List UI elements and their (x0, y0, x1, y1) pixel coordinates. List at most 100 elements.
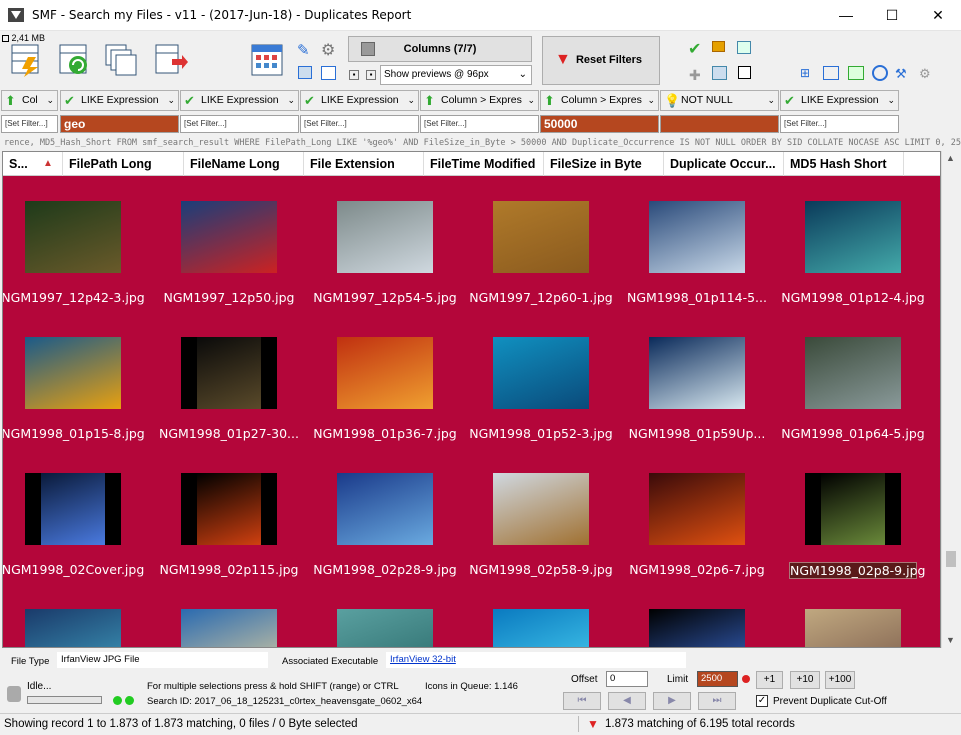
filter-type-3[interactable]: ✔ LIKE Expression ⌄ (300, 90, 419, 111)
filter-type-7[interactable]: ✔ LIKE Expression ⌄ (780, 90, 899, 111)
thumbnail-image[interactable] (337, 609, 433, 647)
thumbnail-filename[interactable]: NGM1998_01p36-7.jpg (310, 426, 460, 441)
close-button[interactable]: ✕ (915, 0, 961, 31)
filter-input-2[interactable]: [Set Filter...] (180, 115, 299, 133)
tools-icon[interactable]: ⚒ (895, 66, 911, 81)
maximize-button[interactable]: ☐ (869, 0, 915, 31)
thumbnail-filename[interactable]: NGM1998_01p64-5.jpg (778, 426, 928, 441)
thumbnail-filename[interactable]: NGM1998_02p28-9.jpg (310, 562, 460, 577)
thumbnail-image[interactable] (805, 473, 901, 545)
limit-input[interactable]: 2500 (697, 671, 738, 687)
filter-input-6[interactable] (660, 115, 779, 133)
offset-input[interactable]: 0 (606, 671, 648, 687)
calendar-icon[interactable] (250, 43, 284, 77)
hierarchy-icon[interactable]: ⊞ (800, 66, 816, 80)
wrench-icon[interactable]: ✎ (297, 41, 313, 59)
refresh-icon[interactable] (58, 43, 92, 77)
select-checkbox[interactable] (738, 66, 751, 79)
thumbnail-filename[interactable]: NGM1997_12p60-1.jpg (466, 290, 616, 305)
next-page-icon[interactable]: ▶ (653, 692, 691, 710)
thumbnail-image[interactable] (25, 609, 121, 647)
thumbnail-image[interactable] (25, 201, 121, 273)
plus-10-button[interactable]: +10 (790, 671, 820, 689)
preview-size-select[interactable]: Show previews @ 96px ⌄ (380, 65, 532, 85)
thumbnail-filename[interactable]: NGM1998_01p12-4.jpg (778, 290, 928, 305)
filter-type-4[interactable]: ⬆ Column > Expres ⌄ (420, 90, 539, 111)
export-icon[interactable] (154, 43, 188, 77)
thumbnail-image[interactable] (337, 473, 433, 545)
thumbnail-filename[interactable]: NGM1998_01p52-3.jpg (466, 426, 616, 441)
filter-input-0[interactable]: [Set Filter...] (1, 115, 58, 133)
filter-input-5[interactable]: 50000 (540, 115, 659, 133)
puzzle-icon[interactable]: ✚ (689, 67, 701, 84)
thumbnail-filename[interactable]: NGM1997_12p42-3.jpg (3, 290, 148, 305)
scroll-down-icon[interactable]: ▼ (946, 635, 955, 645)
column-header-filename[interactable]: FileName Long (184, 152, 304, 176)
image-search-icon[interactable] (712, 66, 727, 80)
column-header-sid[interactable]: S... ▲ (3, 152, 63, 176)
thumbnail-image[interactable] (337, 337, 433, 409)
settings-icon[interactable]: ⚙ (919, 66, 935, 81)
thumbnail-image[interactable] (493, 473, 589, 545)
thumbnail-filename[interactable]: NGM1998_02Cover.jpg (3, 562, 148, 577)
column-header-filepath[interactable]: FilePath Long (63, 152, 184, 176)
thumbnail-image[interactable] (805, 201, 901, 273)
import-icon[interactable] (848, 66, 864, 80)
thumbnail-image[interactable] (181, 473, 277, 545)
thumbnail-image[interactable] (649, 609, 745, 647)
plus-1-button[interactable]: +1 (756, 671, 783, 689)
thumbnail-image[interactable] (337, 201, 433, 273)
column-header-md5[interactable]: MD5 Hash Short (784, 152, 904, 176)
thumbnail-image[interactable] (493, 609, 589, 647)
minimize-button[interactable]: — (823, 0, 869, 31)
thumbnail-image[interactable] (25, 337, 121, 409)
thumbnail-filename[interactable]: NGM1998_02p58-9.jpg (466, 562, 616, 577)
filter-type-6[interactable]: 💡 NOT NULL ⌄ (660, 90, 779, 111)
thumbnail-image[interactable] (181, 609, 277, 647)
thumbnail-filename[interactable]: NGM1998_01p59Up... (622, 426, 772, 441)
thumbnail-image[interactable] (649, 473, 745, 545)
thumbnail-image[interactable] (181, 201, 277, 273)
filter-type-1[interactable]: ✔ LIKE Expression ⌄ (60, 90, 179, 111)
column-header-extension[interactable]: File Extension (304, 152, 424, 176)
thumbnail-filename[interactable]: NGM1998_02p8-9.jpg (789, 562, 925, 579)
column-header-filetime[interactable]: FileTime Modified (424, 152, 544, 176)
thumbnail-filename[interactable]: NGM1998_02p6-7.jpg (622, 562, 772, 577)
multi-table-icon[interactable] (104, 43, 138, 77)
column-header-filesize[interactable]: FileSize in Byte (544, 152, 664, 176)
thumbnail-image[interactable] (493, 201, 589, 273)
prev-page-icon[interactable]: ◀ (608, 692, 646, 710)
first-page-icon[interactable]: ⏮ (563, 692, 601, 710)
thumbnail-image[interactable] (25, 473, 121, 545)
thumbnail-image[interactable] (649, 201, 745, 273)
thumbnail-filename[interactable]: NGM1998_01p15-8.jpg (3, 426, 148, 441)
scroll-thumb[interactable] (946, 551, 956, 567)
thumbnail-filename[interactable]: NGM1997_12p50.jpg (154, 290, 304, 305)
results-grid[interactable]: S... ▲ FilePath Long FileName Long File E… (2, 151, 941, 648)
last-page-icon[interactable]: ⏭ (698, 692, 736, 710)
check-all-icon[interactable]: ✔ (688, 39, 701, 59)
filter-input-3[interactable]: [Set Filter...] (300, 115, 419, 133)
thumbnail-image[interactable] (805, 337, 901, 409)
filter-type-0[interactable]: ⬆ Col ⌄ (1, 90, 58, 111)
associated-executable-link[interactable]: IrfanView 32-bit (386, 652, 686, 668)
grid-small-icon[interactable]: ▪ (349, 70, 359, 80)
column-header-duplicate[interactable]: Duplicate Occur... (664, 152, 784, 176)
filter-input-1[interactable]: geo (60, 115, 179, 133)
fullscreen-icon[interactable] (823, 66, 839, 80)
thumbnail-filename[interactable]: NGM1997_12p54-5.jpg (310, 290, 460, 305)
thumbnail-image[interactable] (649, 337, 745, 409)
plus-100-button[interactable]: +100 (825, 671, 855, 689)
new-search-icon[interactable] (10, 43, 44, 77)
columns-button[interactable]: Columns (7/7) (348, 36, 532, 62)
thumbnail-image[interactable] (493, 337, 589, 409)
list-small-icon[interactable]: ▪ (366, 70, 376, 80)
thumbnail-filename[interactable]: NGM1998_01p27-30... (154, 426, 304, 441)
table-edit-icon[interactable] (737, 41, 751, 54)
window-icon[interactable] (298, 66, 312, 79)
thumbnail-filename[interactable]: NGM1998_01p114-5... (622, 290, 772, 305)
filter-input-7[interactable]: [Set Filter...] (780, 115, 899, 133)
filter-input-4[interactable]: [Set Filter...] (420, 115, 539, 133)
lock-icon[interactable] (712, 41, 725, 52)
reset-filters-button[interactable]: ▼ Reset Filters (542, 36, 660, 85)
